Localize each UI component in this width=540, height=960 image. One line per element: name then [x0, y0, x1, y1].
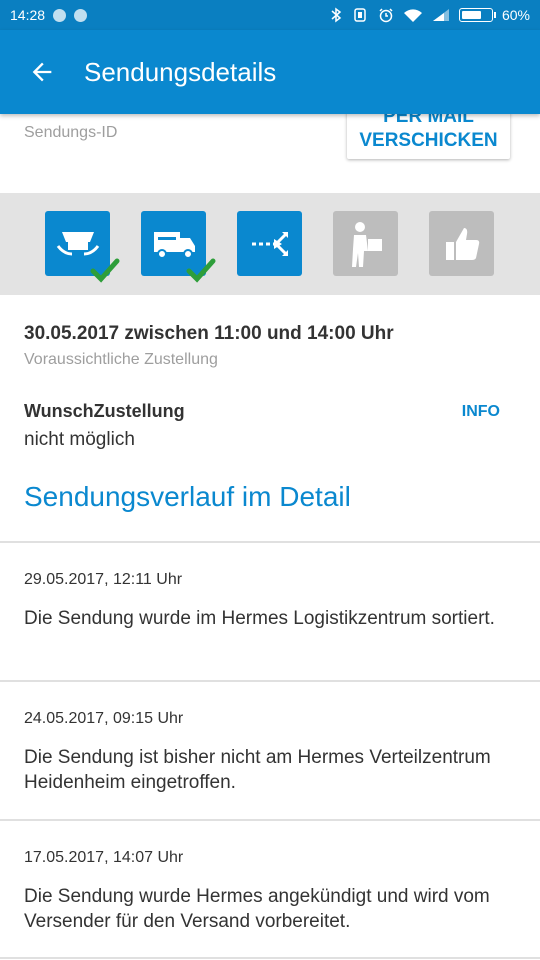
app-bar: Sendungsdetails [0, 30, 540, 114]
step-sorting [237, 211, 302, 276]
wish-delivery-status: nicht möglich [24, 429, 135, 450]
bluetooth-icon [331, 7, 342, 23]
history-event-date: 24.05.2017, 09:15 Uhr [24, 710, 184, 727]
send-by-mail-button[interactable]: PER MAIL VERSCHICKEN [347, 114, 510, 159]
battery-percent: 60% [501, 7, 530, 23]
history-event-text: Die Sendung ist bisher nicht am Hermes V… [24, 747, 491, 793]
shipment-id-label: Sendungs-ID [24, 124, 118, 141]
delivery-estimate-date: 30.05.2017 zwischen 11:00 und 14:00 Uhr [24, 323, 394, 344]
history-title: Sendungsverlauf im Detail [24, 481, 351, 512]
step-parcel-handover [45, 211, 120, 283]
divider [0, 819, 540, 821]
divider [0, 541, 540, 543]
battery-icon [458, 8, 496, 22]
shipment-header: Sendungs-ID PER MAIL VERSCHICKEN [0, 114, 540, 193]
step-in-transit [141, 211, 216, 283]
sorting-arrows-icon [251, 231, 288, 256]
divider [0, 957, 540, 959]
notification-icon [74, 8, 88, 22]
checkmark-icon [90, 258, 120, 283]
status-bar: 14:28 60% [0, 0, 540, 30]
wish-delivery-info-button[interactable]: INFO [462, 403, 500, 421]
arrow-left-icon [32, 62, 52, 82]
vibrate-icon [354, 8, 366, 22]
back-button[interactable] [0, 30, 84, 114]
checkmark-icon [186, 258, 216, 283]
step-out-for-delivery [333, 211, 398, 276]
wifi-icon [403, 8, 422, 22]
wish-delivery-title: WunschZustellung [24, 401, 185, 421]
status-time: 14:28 [10, 7, 46, 23]
history-event-text: Die Sendung wurde im Hermes Logistikzent… [24, 608, 495, 629]
delivery-estimate-label: Voraussichtliche Zustellung [24, 351, 218, 368]
delivery-truck-icon [153, 231, 195, 259]
history-event-text: Die Sendung wurde Hermes angekündigt und… [24, 886, 490, 932]
step-delivered [429, 211, 494, 276]
divider [0, 680, 540, 682]
thumbs-up-icon [445, 227, 479, 260]
history-event-date: 17.05.2017, 14:07 Uhr [24, 849, 184, 866]
notification-icon [53, 8, 67, 22]
page-title: Sendungsdetails [84, 56, 277, 87]
signal-icon [432, 9, 449, 21]
shipment-progress [0, 193, 540, 295]
history-event-date: 29.05.2017, 12:11 Uhr [24, 571, 183, 588]
courier-carrying-parcel-icon [351, 221, 382, 267]
alarm-icon [379, 8, 393, 23]
